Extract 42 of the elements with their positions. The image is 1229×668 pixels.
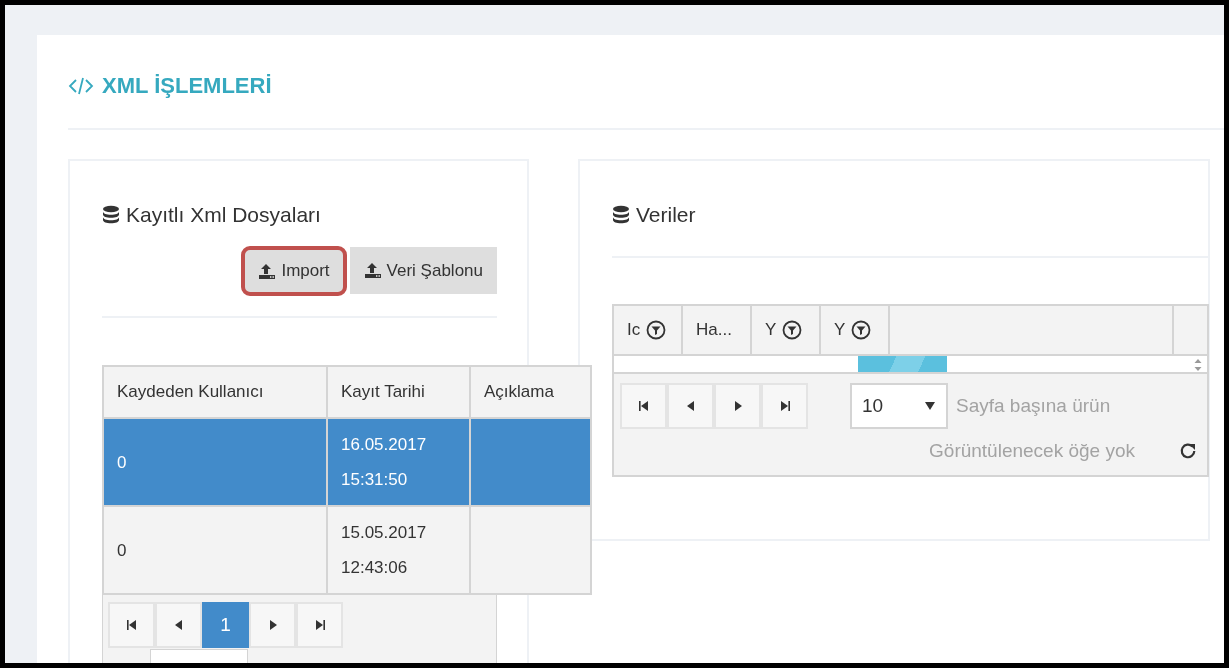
upload-icon [363,262,382,279]
column-header: Açıklama [470,366,591,418]
import-button[interactable]: Import [244,249,344,293]
column-header[interactable]: Y [834,317,846,343]
page-size-dropdown[interactable]: 10 [850,383,948,429]
first-page-button[interactable] [620,383,667,429]
last-page-icon [313,619,326,631]
filter-icon[interactable] [646,320,667,340]
table-cell-text: 16.05.2017 15:31:50 [341,434,428,491]
last-page-button[interactable] [761,383,808,429]
page-title: XML İŞLEMLERİ [102,73,272,99]
database-icon [102,205,120,225]
template-button[interactable]: Veri Şablonu [349,247,497,294]
last-page-button[interactable] [296,602,343,648]
filter-icon[interactable] [851,320,872,340]
page-input[interactable] [150,649,248,663]
table-cell: 0 [117,452,127,472]
first-page-button[interactable] [108,602,155,648]
column-header[interactable]: Ic [627,317,641,343]
upload-icon [258,262,277,280]
column-header: Kayıt Tarihi [327,366,470,418]
empty-message: Görüntülenecek öğe yok [929,439,1135,463]
table-cell-text: 15.05.2017 12:43:06 [341,522,428,579]
table-cell: 0 [117,540,127,560]
filter-icon[interactable] [782,320,803,340]
database-icon [612,205,630,225]
panel-title: Veriler [636,202,696,229]
table-row[interactable]: 0 15.05.2017 12:43:06 [103,506,591,594]
table-row[interactable]: 0 16.05.2017 15:31:50 [103,418,591,506]
scrollbar-thumb[interactable] [858,356,947,372]
page-button[interactable]: 1 [202,602,249,648]
caret-icon [924,401,936,411]
refresh-icon[interactable] [1179,442,1197,461]
first-page-icon [637,400,650,412]
page-size-label: Sayfa başına ürün [956,393,1111,418]
first-page-icon [125,619,138,631]
column-header[interactable]: Y [765,317,777,343]
column-header[interactable]: Ha... [696,317,732,343]
column-header: Kaydeden Kullanıcı [103,366,327,418]
spinner-arrows-icon [1193,358,1203,372]
last-page-icon [778,400,791,412]
panel-title: Kayıtlı Xml Dosyaları [126,202,321,229]
